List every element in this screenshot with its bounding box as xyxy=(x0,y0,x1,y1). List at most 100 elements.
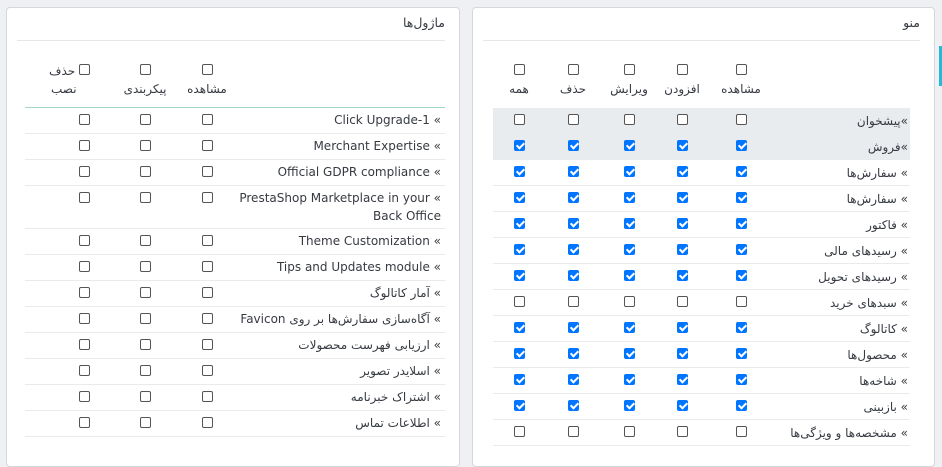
menu-view-checkbox[interactable] xyxy=(736,400,747,411)
menu-delete-checkbox[interactable] xyxy=(568,374,579,385)
menu-edit-checkbox[interactable] xyxy=(624,322,635,333)
menu-delete-checkbox[interactable] xyxy=(568,348,579,359)
menu-edit-checkbox[interactable] xyxy=(624,374,635,385)
module-uninstall-checkbox[interactable] xyxy=(79,166,90,177)
menu-edit-checkbox[interactable] xyxy=(624,114,635,125)
menu-view-checkbox[interactable] xyxy=(736,192,747,203)
menu-delete-checkbox[interactable] xyxy=(568,322,579,333)
module-uninstall-checkbox[interactable] xyxy=(79,114,90,125)
menu-all-checkbox[interactable] xyxy=(514,166,525,177)
module-configure-checkbox[interactable] xyxy=(140,140,151,151)
menu-add-checkbox[interactable] xyxy=(677,400,688,411)
menu-add-checkbox[interactable] xyxy=(677,140,688,151)
menu-all-checkbox[interactable] xyxy=(514,192,525,203)
menu-view-checkbox[interactable] xyxy=(736,114,747,125)
menu-delete-checkbox[interactable] xyxy=(568,192,579,203)
module-view-checkbox[interactable] xyxy=(202,166,213,177)
module-view-checkbox[interactable] xyxy=(202,192,213,203)
module-uninstall-checkbox[interactable] xyxy=(79,417,90,428)
module-configure-checkbox[interactable] xyxy=(140,391,151,402)
menu-all-checkbox[interactable] xyxy=(514,244,525,255)
module-configure-checkbox[interactable] xyxy=(140,339,151,350)
menu-edit-checkbox[interactable] xyxy=(624,192,635,203)
menu-all-checkbox[interactable] xyxy=(514,322,525,333)
menu-all-checkbox[interactable] xyxy=(514,348,525,359)
module-uninstall-checkbox[interactable] xyxy=(79,287,90,298)
module-uninstall-checkbox[interactable] xyxy=(79,391,90,402)
menu-delete-checkbox[interactable] xyxy=(568,140,579,151)
menu-all-checkbox[interactable] xyxy=(514,218,525,229)
module-view-checkbox[interactable] xyxy=(202,287,213,298)
menu-delete-checkbox[interactable] xyxy=(568,426,579,437)
menu-edit-checkbox[interactable] xyxy=(624,140,635,151)
menu-add-checkbox[interactable] xyxy=(677,218,688,229)
menu-add-checkbox[interactable] xyxy=(677,166,688,177)
module-uninstall-checkbox[interactable] xyxy=(79,339,90,350)
menu-header-view-checkbox[interactable] xyxy=(736,64,747,75)
menu-view-checkbox[interactable] xyxy=(736,374,747,385)
module-configure-checkbox[interactable] xyxy=(140,287,151,298)
menu-all-checkbox[interactable] xyxy=(514,270,525,281)
module-configure-checkbox[interactable] xyxy=(140,417,151,428)
menu-add-checkbox[interactable] xyxy=(677,114,688,125)
module-configure-checkbox[interactable] xyxy=(140,313,151,324)
module-header-configure-checkbox[interactable] xyxy=(140,64,151,75)
menu-all-checkbox[interactable] xyxy=(514,114,525,125)
menu-add-checkbox[interactable] xyxy=(677,374,688,385)
module-uninstall-checkbox[interactable] xyxy=(79,365,90,376)
menu-edit-checkbox[interactable] xyxy=(624,426,635,437)
module-view-checkbox[interactable] xyxy=(202,140,213,151)
menu-all-checkbox[interactable] xyxy=(514,400,525,411)
module-view-checkbox[interactable] xyxy=(202,261,213,272)
menu-delete-checkbox[interactable] xyxy=(568,400,579,411)
menu-edit-checkbox[interactable] xyxy=(624,218,635,229)
module-view-checkbox[interactable] xyxy=(202,313,213,324)
menu-add-checkbox[interactable] xyxy=(677,192,688,203)
menu-view-checkbox[interactable] xyxy=(736,426,747,437)
module-view-checkbox[interactable] xyxy=(202,339,213,350)
menu-view-checkbox[interactable] xyxy=(736,270,747,281)
menu-view-checkbox[interactable] xyxy=(736,166,747,177)
module-view-checkbox[interactable] xyxy=(202,365,213,376)
module-header-view-checkbox[interactable] xyxy=(202,64,213,75)
module-configure-checkbox[interactable] xyxy=(140,365,151,376)
menu-add-checkbox[interactable] xyxy=(677,426,688,437)
menu-header-add-checkbox[interactable] xyxy=(677,64,688,75)
menu-edit-checkbox[interactable] xyxy=(624,166,635,177)
menu-view-checkbox[interactable] xyxy=(736,244,747,255)
module-configure-checkbox[interactable] xyxy=(140,192,151,203)
menu-add-checkbox[interactable] xyxy=(677,296,688,307)
menu-header-all-checkbox[interactable] xyxy=(514,64,525,75)
menu-edit-checkbox[interactable] xyxy=(624,296,635,307)
menu-view-checkbox[interactable] xyxy=(736,322,747,333)
menu-edit-checkbox[interactable] xyxy=(624,270,635,281)
module-view-checkbox[interactable] xyxy=(202,235,213,246)
menu-delete-checkbox[interactable] xyxy=(568,296,579,307)
menu-delete-checkbox[interactable] xyxy=(568,114,579,125)
menu-delete-checkbox[interactable] xyxy=(568,166,579,177)
menu-all-checkbox[interactable] xyxy=(514,426,525,437)
menu-delete-checkbox[interactable] xyxy=(568,244,579,255)
menu-edit-checkbox[interactable] xyxy=(624,348,635,359)
menu-add-checkbox[interactable] xyxy=(677,244,688,255)
menu-header-delete-checkbox[interactable] xyxy=(568,64,579,75)
module-uninstall-checkbox[interactable] xyxy=(79,313,90,324)
module-configure-checkbox[interactable] xyxy=(140,261,151,272)
module-uninstall-checkbox[interactable] xyxy=(79,235,90,246)
module-view-checkbox[interactable] xyxy=(202,417,213,428)
module-view-checkbox[interactable] xyxy=(202,114,213,125)
menu-edit-checkbox[interactable] xyxy=(624,400,635,411)
menu-view-checkbox[interactable] xyxy=(736,140,747,151)
menu-add-checkbox[interactable] xyxy=(677,322,688,333)
menu-all-checkbox[interactable] xyxy=(514,140,525,151)
module-configure-checkbox[interactable] xyxy=(140,166,151,177)
menu-all-checkbox[interactable] xyxy=(514,374,525,385)
module-uninstall-checkbox[interactable] xyxy=(79,261,90,272)
menu-view-checkbox[interactable] xyxy=(736,218,747,229)
menu-edit-checkbox[interactable] xyxy=(624,244,635,255)
menu-view-checkbox[interactable] xyxy=(736,348,747,359)
menu-add-checkbox[interactable] xyxy=(677,270,688,281)
menu-header-edit-checkbox[interactable] xyxy=(624,64,635,75)
menu-add-checkbox[interactable] xyxy=(677,348,688,359)
module-header-uninstall-checkbox[interactable] xyxy=(79,64,90,75)
